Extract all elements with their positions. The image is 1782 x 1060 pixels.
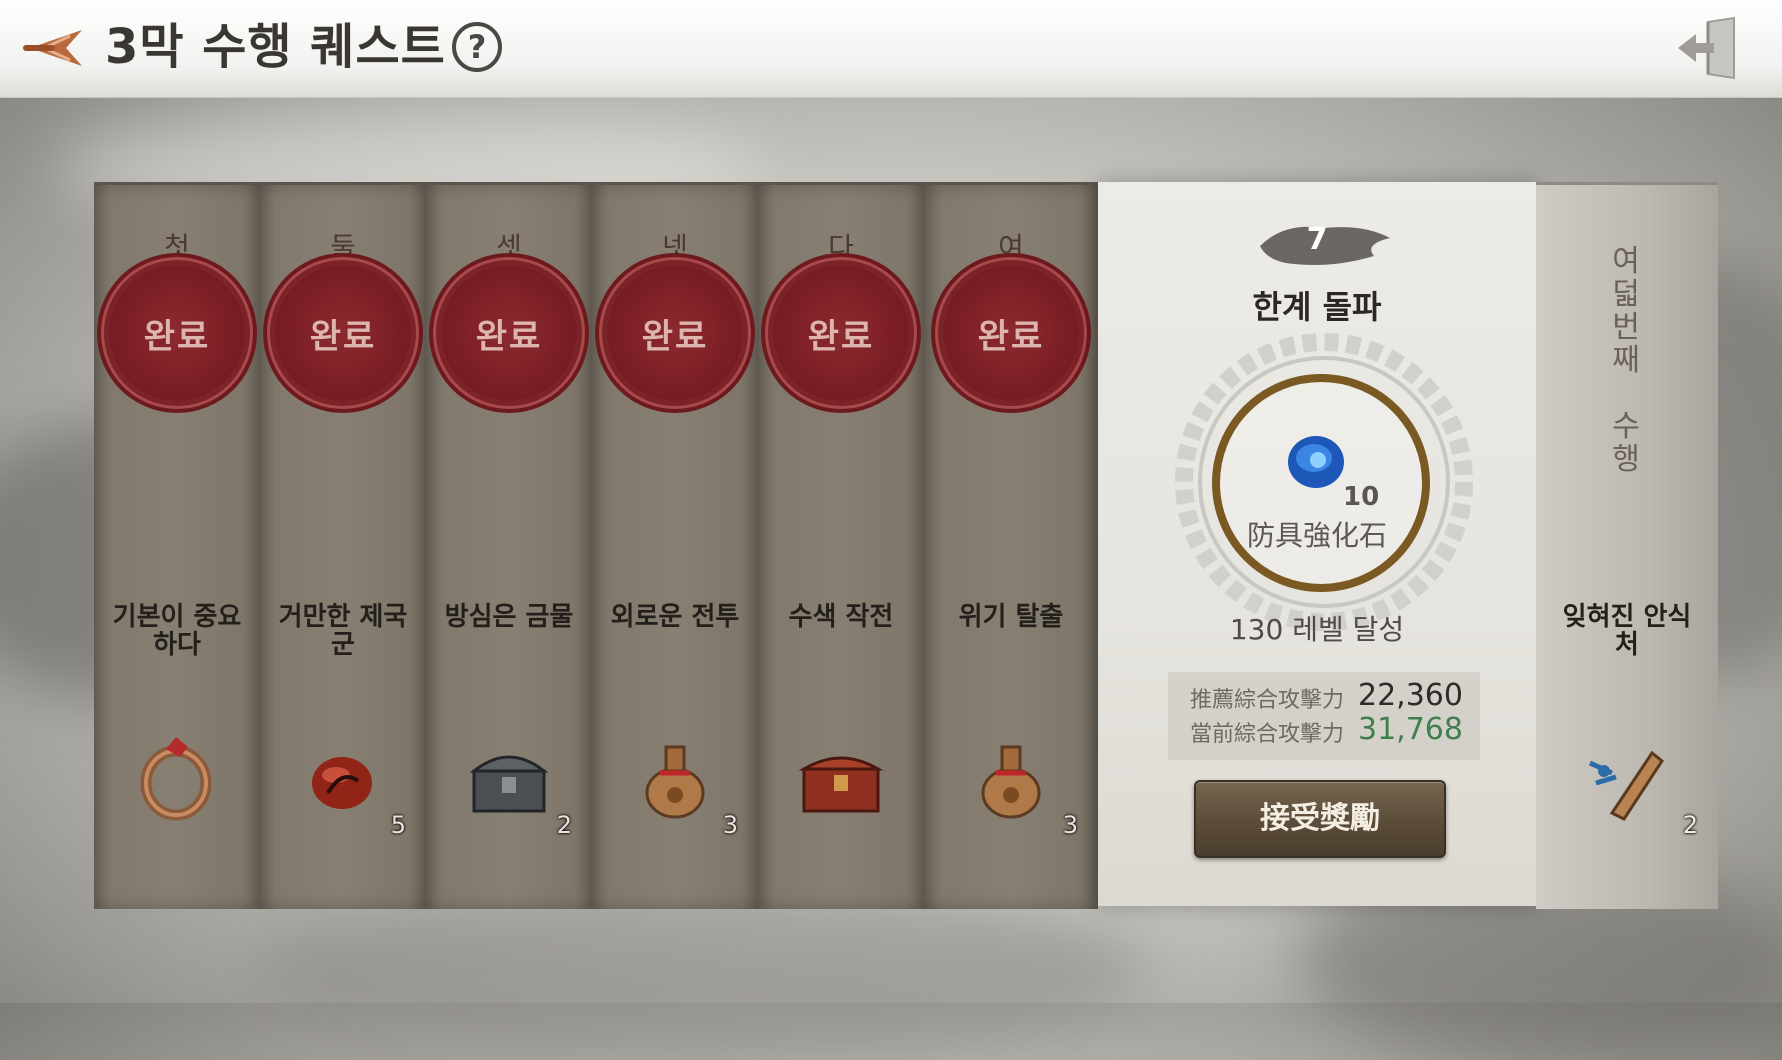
quest-card-5[interactable]: 다 행 완료 수색 작전 [758,182,924,909]
iron-chest-icon [469,755,549,813]
quest-name: 기본이 중요 하다 [112,602,242,660]
back-arrow-icon[interactable] [16,22,86,74]
quest-name: 잊혀진 안식 처 [1562,602,1692,660]
completed-stamp: 완료 [943,265,1079,401]
completed-stamp: 완료 [773,265,909,401]
red-gem-icon [312,757,372,809]
reward-count: 3 [1062,811,1078,839]
completed-stamp: 완료 [109,265,245,401]
help-icon[interactable]: ? [452,22,502,72]
active-quest-name: 한계 돌파 [1252,288,1382,326]
reward-quantity: 10 [1343,482,1380,512]
completed-stamp: 완료 [607,265,743,401]
quest-ordinal: 여 덟 번 째 수 행 [1612,244,1640,477]
quest-number: 7 [1306,222,1328,257]
quest-name: 위기 탈출 [958,602,1064,632]
quest-condition: 130 레벨 달성 [1229,613,1405,646]
potion-bottle-icon [645,745,705,819]
recommended-power-label: 推薦綜合攻擊力 [1190,688,1345,713]
quest-card-1[interactable]: 첫 행 완료 기본이 중요 하다 [94,182,260,909]
active-quest-card[interactable]: 7 한계 돌파 10 防具強化石 130 레벨 달성 推薦綜合攻擊力 22,36… [1098,182,1536,906]
quest-card-4[interactable]: 넷 행 완료 외로운 전투 3 [592,182,758,909]
potion-bottle-icon [981,745,1041,819]
reward-count: 2 [556,811,572,839]
quest-card-3[interactable]: 셋 행 완료 방심은 금물 2 [426,182,592,909]
accept-reward-button[interactable]: 接受獎勵 [1194,780,1446,858]
recommended-power-value: 22,360 [1358,678,1463,713]
reward-item-name: 防具強化石 [1246,519,1387,552]
quest-name: 수색 작전 [788,602,894,632]
recommended-power-row: 推薦綜合攻擊力 22,360 [1168,678,1480,714]
current-power-value: 31,768 [1358,712,1463,747]
completed-stamp: 완료 [441,265,577,401]
exit-icon[interactable] [1674,16,1744,80]
completed-stamp: 완료 [275,265,411,401]
blue-stone-icon [1288,436,1344,488]
page-title: 3막 수행 퀘스트 [105,19,446,75]
top-bar: 3막 수행 퀘스트 ? [0,0,1782,98]
reward-count: 2 [1682,811,1698,839]
ring-icon [140,737,212,821]
reward-count: 5 [390,811,406,839]
quest-card-6[interactable]: 여 행 완료 위기 탈출 3 [924,182,1098,909]
red-chest-icon [798,756,884,813]
power-stats: 推薦綜合攻擊力 22,360 當前綜合攻擊力 31,768 [1168,672,1480,760]
quest-card-8[interactable]: 여 덟 번 째 수 행 잊혀진 안식 처 2 [1536,182,1718,909]
quest-card-2[interactable]: 둘 행 완료 거만한 제국 군 5 [260,182,426,909]
quest-name: 거만한 제국 군 [278,602,408,660]
current-power-label: 當前綜合攻擊力 [1190,722,1345,747]
quest-name: 외로운 전투 [610,602,740,632]
wooden-charm-icon [1588,750,1665,821]
reward-count: 3 [722,811,738,839]
quest-name: 방심은 금물 [444,602,574,632]
current-power-row: 當前綜合攻擊力 31,768 [1168,712,1480,748]
